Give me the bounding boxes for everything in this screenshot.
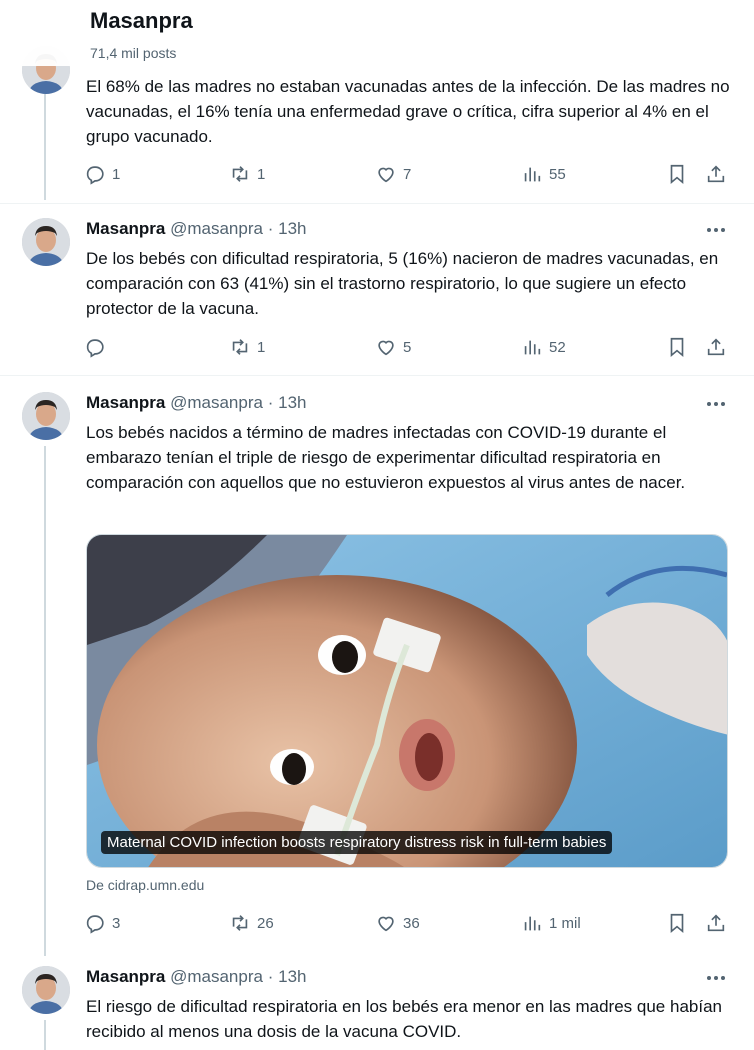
- link-card[interactable]: Maternal COVID infection boosts respirat…: [86, 534, 728, 868]
- tweet-header: Masanpra @masanpra · 13h: [86, 219, 306, 239]
- like-count: 36: [403, 914, 420, 932]
- thread-line: [44, 1020, 46, 1050]
- heart-icon: [378, 916, 394, 932]
- author-name[interactable]: Masanpra: [86, 219, 165, 238]
- views-button[interactable]: 52: [521, 335, 566, 359]
- bookmark-button[interactable]: [666, 162, 688, 186]
- author-handle[interactable]: @masanpra: [170, 393, 263, 412]
- more-icon: [707, 976, 725, 980]
- views-icon: [524, 167, 541, 182]
- tweet-text: El 68% de las madres no estaban vacunada…: [86, 77, 730, 146]
- tweet-text: De los bebés con dificultad respiratoria…: [86, 249, 719, 318]
- posts-count: 71,4 mil posts: [90, 45, 177, 61]
- reply-button[interactable]: 1: [84, 162, 120, 186]
- share-icon: [707, 338, 725, 356]
- repost-count: 1: [257, 338, 266, 356]
- repost-button[interactable]: 1: [229, 335, 265, 359]
- bookmark-icon: [670, 337, 684, 358]
- repost-icon: [232, 915, 248, 931]
- author-handle[interactable]: @masanpra: [170, 219, 263, 238]
- thread-line: [44, 446, 46, 956]
- reply-icon: [86, 915, 104, 934]
- avatar[interactable]: [22, 966, 70, 1014]
- bookmark-button[interactable]: [666, 911, 688, 935]
- views-count: 52: [549, 338, 566, 356]
- reply-count: 3: [112, 914, 121, 932]
- repost-count: 26: [257, 914, 274, 932]
- views-icon: [524, 916, 541, 931]
- timestamp[interactable]: 13h: [278, 967, 306, 986]
- more-button[interactable]: [704, 220, 728, 240]
- tweet-text: El riesgo de dificultad respiratoria en …: [86, 997, 722, 1041]
- separator-dot: ·: [267, 219, 274, 238]
- tweet-header: Masanpra @masanpra · 13h: [86, 393, 306, 413]
- bookmark-button[interactable]: [666, 335, 688, 359]
- share-icon: [707, 165, 725, 183]
- reply-count: 1: [112, 165, 121, 183]
- views-button[interactable]: 1 mil: [521, 911, 581, 935]
- repost-count: 1: [257, 165, 266, 183]
- separator-dot: ·: [267, 967, 274, 986]
- repost-icon: [232, 339, 248, 355]
- views-count: 1 mil: [549, 914, 581, 932]
- timestamp[interactable]: 13h: [278, 219, 306, 238]
- author-handle[interactable]: @masanpra: [170, 967, 263, 986]
- heart-icon: [378, 167, 394, 183]
- avatar[interactable]: [22, 392, 70, 440]
- divider: [0, 375, 754, 376]
- tweet-actions: 3 26 36 1 mil: [84, 911, 734, 935]
- more-icon: [707, 228, 725, 232]
- divider: [0, 203, 754, 204]
- views-count: 55: [549, 165, 566, 183]
- tweet-header: Masanpra @masanpra · 13h: [86, 967, 306, 987]
- card-source[interactable]: De cidrap.umn.edu: [86, 877, 204, 893]
- share-icon: [707, 914, 725, 932]
- share-button[interactable]: [705, 335, 727, 359]
- share-button[interactable]: [705, 911, 727, 935]
- like-count: 7: [403, 165, 412, 183]
- repost-button[interactable]: 1: [229, 162, 265, 186]
- reply-button[interactable]: 3: [84, 911, 120, 935]
- reply-icon: [86, 339, 104, 358]
- tweet-actions: 1 5 52: [84, 335, 734, 359]
- repost-button[interactable]: 26: [229, 911, 274, 935]
- repost-icon: [232, 166, 248, 182]
- like-button[interactable]: 36: [375, 911, 420, 935]
- author-name[interactable]: Masanpra: [86, 393, 165, 412]
- timestamp[interactable]: 13h: [278, 393, 306, 412]
- more-icon: [707, 402, 725, 406]
- author-name[interactable]: Masanpra: [86, 967, 165, 986]
- tweet-actions: 1 1 7 55: [84, 162, 734, 186]
- profile-header: Masanpra 71,4 mil posts: [0, 0, 754, 66]
- views-icon: [524, 340, 541, 355]
- heart-icon: [378, 340, 394, 356]
- profile-name: Masanpra: [90, 8, 193, 33]
- like-count: 5: [403, 338, 412, 356]
- more-button[interactable]: [704, 968, 728, 988]
- views-button[interactable]: 55: [521, 162, 566, 186]
- more-button[interactable]: [704, 394, 728, 414]
- avatar[interactable]: [22, 218, 70, 266]
- card-image: [87, 535, 727, 867]
- share-button[interactable]: [705, 162, 727, 186]
- separator-dot: ·: [267, 393, 274, 412]
- like-button[interactable]: 5: [375, 335, 411, 359]
- card-caption: Maternal COVID infection boosts respirat…: [101, 831, 613, 854]
- bookmark-icon: [670, 913, 684, 934]
- bookmark-icon: [670, 164, 684, 185]
- reply-icon: [86, 166, 104, 185]
- tweet-text: Los bebés nacidos a término de madres in…: [86, 423, 686, 492]
- like-button[interactable]: 7: [375, 162, 411, 186]
- reply-button[interactable]: [84, 335, 112, 359]
